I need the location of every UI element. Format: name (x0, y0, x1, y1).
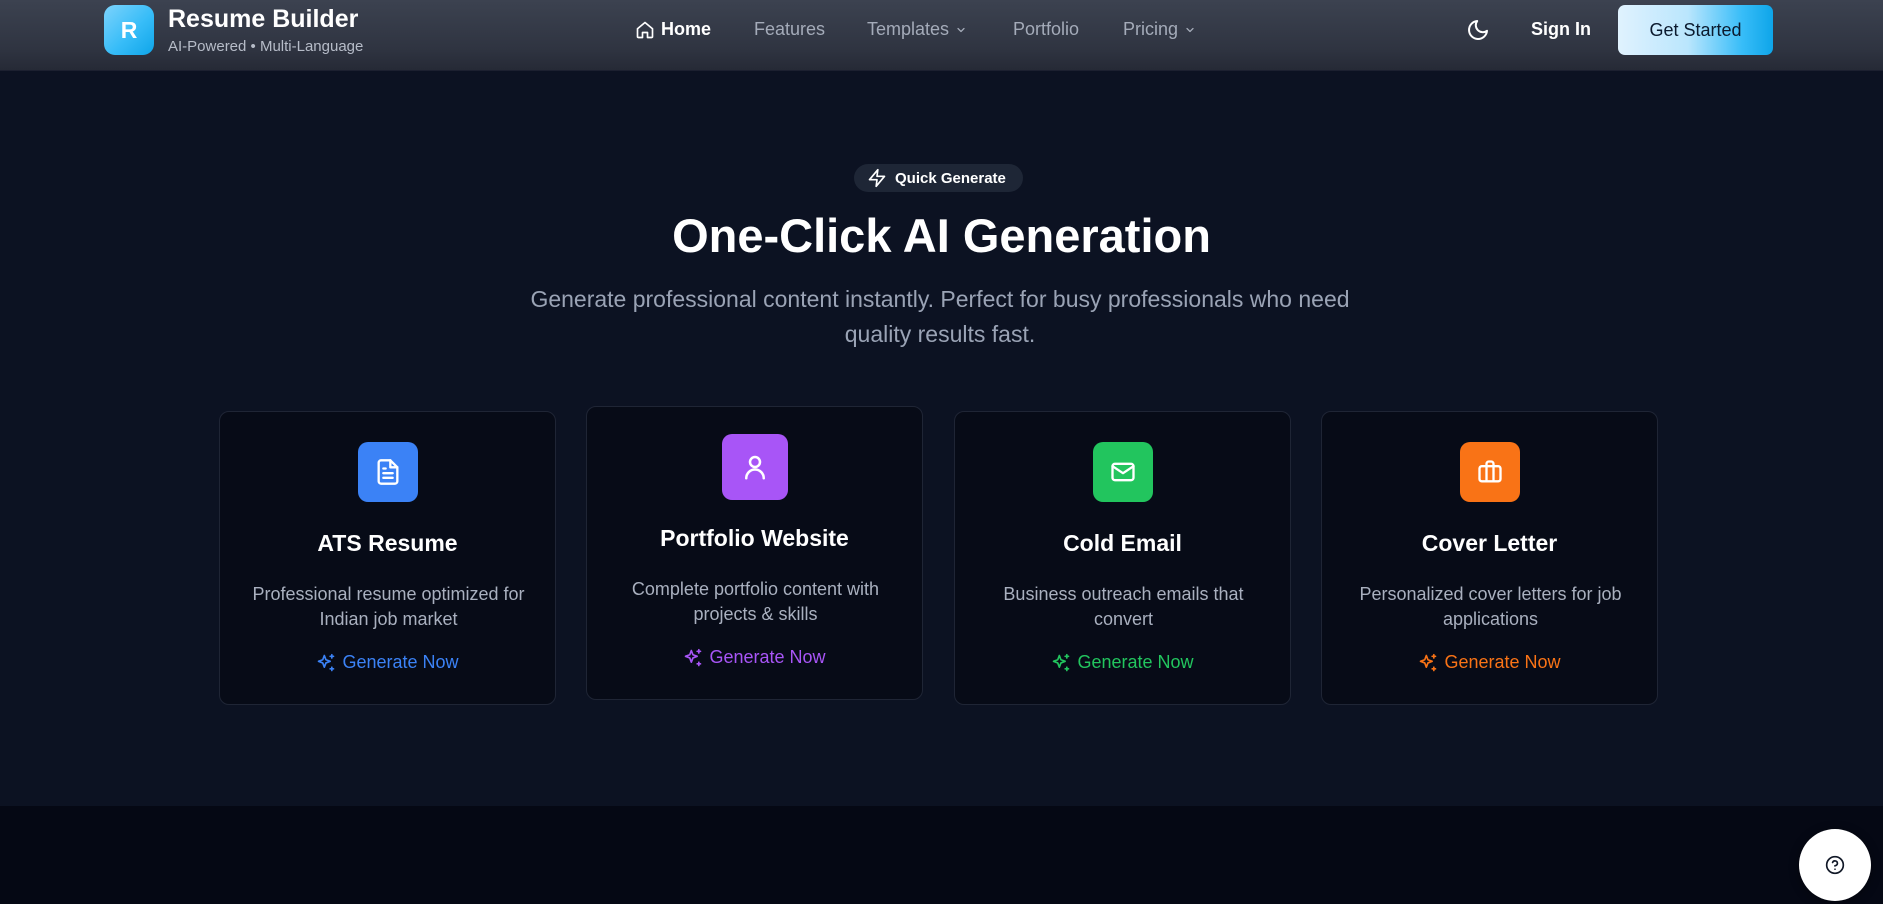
cta-label: Generate Now (709, 647, 826, 667)
card-title: ATS Resume (317, 530, 458, 556)
sparkles-icon (685, 648, 702, 666)
briefcase-icon (1459, 442, 1520, 502)
user-icon (721, 434, 788, 500)
quick-generate-badge: Quick Generate (854, 164, 1023, 192)
zap-icon (868, 168, 886, 188)
card-title: Cold Email (1063, 530, 1182, 556)
card-description: Professional resume optimized for Indian… (252, 584, 525, 629)
generate-now-link[interactable]: Generate Now (955, 652, 1290, 673)
moon-icon[interactable] (1466, 18, 1490, 42)
brand-title[interactable]: Resume Builder (168, 5, 358, 34)
nav-features[interactable]: Features (754, 19, 825, 40)
generate-now-link[interactable]: Generate Now (220, 652, 555, 673)
sparkles-icon (318, 653, 335, 671)
nav-features-label: Features (754, 19, 826, 39)
nav-templates-label: Templates (867, 19, 950, 39)
card-title: Cover Letter (1421, 530, 1558, 556)
card-description: Business outreach emails that convert (1003, 584, 1244, 629)
home-icon (636, 21, 654, 38)
badge-label: Quick Generate (895, 169, 1006, 187)
help-circle-icon (1825, 855, 1845, 875)
file-text-icon (357, 442, 418, 502)
card-ats-resume[interactable]: ATS Resume Professional resume optimized… (219, 411, 556, 705)
nav-templates[interactable]: Templates (867, 19, 967, 40)
section-title: One-Click AI Generation (672, 209, 1211, 262)
nav-home[interactable]: Home (635, 19, 711, 40)
nav-portfolio[interactable]: Portfolio (1013, 19, 1079, 40)
sparkles-icon (1053, 653, 1070, 671)
brand-subtitle: AI-Powered • Multi-Language (168, 38, 364, 55)
card-cover-letter[interactable]: Cover Letter Personalized cover letters … (1321, 411, 1658, 705)
brand-logo[interactable]: R (104, 5, 154, 55)
top-navbar: R Resume Builder AI-Powered • Multi-Lang… (0, 0, 1883, 71)
nav-pricing-label: Pricing (1123, 19, 1179, 39)
generate-now-link[interactable]: Generate Now (1322, 652, 1657, 673)
sparkles-icon (1420, 653, 1437, 671)
cta-label: Generate Now (1444, 652, 1561, 672)
card-title: Portfolio Website (660, 525, 849, 551)
cta-label: Generate Now (342, 652, 459, 672)
card-description: Personalized cover letters for job appli… (1359, 584, 1622, 629)
nav-portfolio-label: Portfolio (1013, 19, 1080, 39)
get-started-button[interactable]: Get Started (1618, 5, 1773, 55)
nav-pricing[interactable]: Pricing (1123, 19, 1196, 40)
chevron-down-icon (957, 27, 965, 32)
generate-now-link[interactable]: Generate Now (587, 647, 922, 668)
cta-label: Generate Now (1077, 652, 1194, 672)
chevron-down-icon (1186, 27, 1194, 32)
sign-in-link[interactable]: Sign In (1531, 19, 1591, 40)
card-cold-email[interactable]: Cold Email Business outreach emails that… (954, 411, 1291, 705)
card-portfolio-website[interactable]: Portfolio Website Complete portfolio con… (586, 406, 923, 700)
help-button[interactable] (1799, 829, 1871, 901)
mail-icon (1092, 442, 1153, 502)
card-description: Complete portfolio content with projects… (631, 579, 880, 624)
section-subtitle: Generate professional content instantly.… (530, 286, 1350, 347)
nav-home-label: Home (661, 19, 712, 39)
next-section (0, 806, 1883, 904)
